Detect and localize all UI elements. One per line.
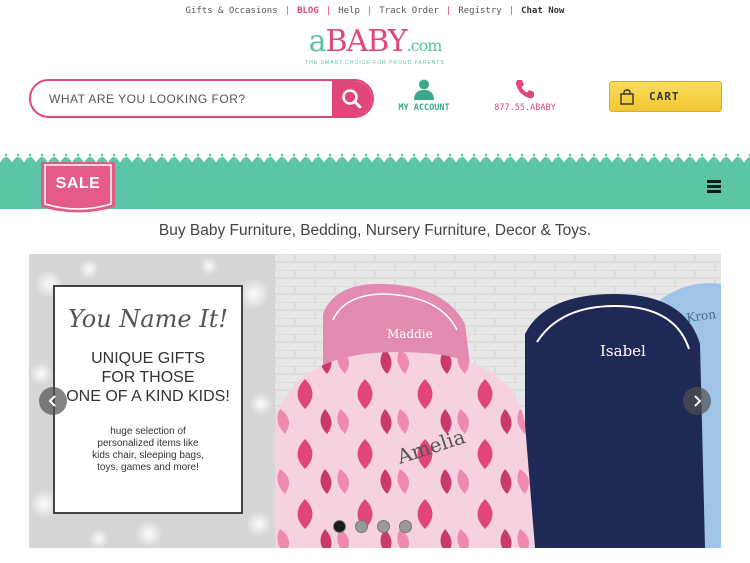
promo-card: You Name It! UNIQUE GIFTS FOR THOSE ONE … bbox=[53, 285, 243, 514]
promo-script-title: You Name It! bbox=[68, 305, 228, 333]
slider-dot[interactable] bbox=[377, 520, 390, 533]
hero-photo: Kron Isabel Maddie Amelia bbox=[275, 254, 721, 548]
chevron-right-icon bbox=[694, 395, 702, 407]
slider-next-button[interactable] bbox=[683, 387, 711, 415]
chair-name-maddie: Maddie bbox=[387, 327, 433, 341]
chair-name-isabel: Isabel bbox=[600, 342, 646, 360]
logo-wordmark: aBABY.com bbox=[308, 24, 443, 59]
search-button[interactable] bbox=[332, 81, 372, 116]
site-logo[interactable]: aBABY.com THE SMART CHOICE FOR PROUD PAR… bbox=[0, 24, 750, 67]
hero-slider[interactable]: You Name It! UNIQUE GIFTS FOR THOSE ONE … bbox=[29, 254, 721, 548]
search-icon bbox=[342, 88, 362, 108]
phone-link[interactable]: 877.55.ABABY bbox=[486, 78, 564, 113]
promo-description: huge selection of personalized items lik… bbox=[92, 426, 204, 473]
hamburger-menu-icon[interactable] bbox=[707, 180, 721, 195]
nav-registry[interactable]: Registry bbox=[451, 6, 508, 16]
slider-dot[interactable] bbox=[399, 520, 412, 533]
slider-prev-button[interactable] bbox=[39, 387, 67, 415]
cart-button[interactable]: CART bbox=[609, 81, 722, 112]
my-account-label: MY ACCOUNT bbox=[398, 103, 450, 113]
top-navigation: Gifts & Occasions | BLOG | Help | Track … bbox=[0, 0, 750, 22]
nav-blog[interactable]: BLOG bbox=[290, 6, 326, 16]
search-input[interactable] bbox=[31, 81, 332, 116]
sale-badge[interactable]: SALE bbox=[41, 162, 115, 213]
cart-label: CART bbox=[649, 90, 680, 103]
sale-label: SALE bbox=[55, 175, 101, 192]
nav-gifts-occasions[interactable]: Gifts & Occasions bbox=[179, 6, 285, 16]
search-bar bbox=[29, 79, 374, 118]
promo-headline: UNIQUE GIFTS FOR THOSE ONE OF A KIND KID… bbox=[66, 350, 230, 405]
nav-track-order[interactable]: Track Order bbox=[372, 6, 446, 16]
shopping-bag-icon bbox=[620, 88, 634, 105]
nav-chat-now[interactable]: Chat Now bbox=[514, 6, 571, 16]
logo-tagline: THE SMART CHOICE FOR PROUD PARENTS bbox=[305, 60, 445, 66]
slider-dot[interactable] bbox=[355, 520, 368, 533]
chevron-left-icon bbox=[48, 395, 56, 407]
slider-pagination bbox=[333, 520, 412, 533]
nav-help[interactable]: Help bbox=[331, 6, 367, 16]
page-headline: Buy Baby Furniture, Bedding, Nursery Fur… bbox=[158, 222, 592, 239]
phone-number: 877.55.ABABY bbox=[494, 103, 556, 113]
user-icon bbox=[414, 79, 434, 100]
slider-dot[interactable] bbox=[333, 520, 346, 533]
phone-icon bbox=[516, 80, 534, 99]
my-account-link[interactable]: MY ACCOUNT bbox=[386, 78, 462, 113]
